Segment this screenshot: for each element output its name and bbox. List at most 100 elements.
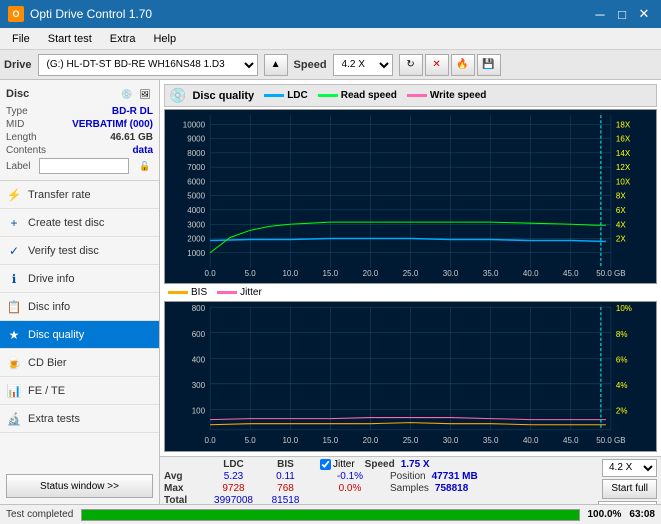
top-chart: 10000 9000 8000 7000 6000 5000 4000 3000… — [164, 109, 657, 284]
verify-test-disc-icon: ✓ — [6, 243, 22, 259]
sidebar-item-create-test-disc[interactable]: + Create test disc — [0, 209, 159, 237]
max-jitter: 0.0% — [320, 483, 380, 494]
samples-value: 758818 — [435, 483, 468, 494]
legend-jitter-label: Jitter — [240, 287, 262, 298]
menu-help[interactable]: Help — [145, 29, 184, 49]
svg-text:10000: 10000 — [183, 120, 206, 129]
contents-value: data — [132, 145, 153, 156]
svg-text:14X: 14X — [616, 149, 631, 158]
svg-text:35.0: 35.0 — [483, 269, 499, 278]
maximize-button[interactable]: □ — [613, 5, 631, 23]
app-icon: O — [8, 6, 24, 22]
svg-text:6000: 6000 — [187, 177, 205, 186]
cd-bier-icon: 🍺 — [6, 355, 22, 371]
sidebar-item-drive-info[interactable]: ℹ Drive info — [0, 265, 159, 293]
disc-section-title: Disc — [6, 88, 29, 100]
status-window-button[interactable]: Status window >> — [6, 474, 153, 498]
disc-section: Disc 💿 🖼 Type BD-R DL MID VERBATIMf (000… — [0, 80, 159, 181]
drive-info-icon: ℹ — [6, 271, 22, 287]
menu-extra[interactable]: Extra — [102, 29, 144, 49]
avg-label: Avg — [164, 471, 204, 482]
speed-stat-value: 1.75 X — [401, 459, 430, 470]
svg-text:600: 600 — [192, 330, 206, 339]
erase-icon[interactable]: ✕ — [425, 54, 449, 76]
svg-text:30.0: 30.0 — [443, 436, 459, 445]
length-label: Length — [6, 132, 37, 143]
legend-ldc: LDC — [264, 90, 308, 101]
sidebar-item-extra-tests[interactable]: 🔬 Extra tests — [0, 405, 159, 433]
total-label: Total — [164, 495, 204, 504]
legend-read-color — [318, 94, 338, 97]
nav-disc-quality-label: Disc quality — [28, 329, 84, 341]
legend-ldc-label: LDC — [287, 90, 308, 101]
legend-ldc-color — [264, 94, 284, 97]
svg-text:35.0: 35.0 — [483, 436, 499, 445]
title-bar-controls[interactable]: ─ □ ✕ — [591, 5, 653, 23]
svg-text:1000: 1000 — [187, 249, 205, 258]
svg-text:100: 100 — [192, 407, 206, 416]
label-icon[interactable]: 🔓 — [137, 158, 153, 174]
speed-stat-label: Speed — [365, 459, 395, 470]
chart-icon: 💿 — [169, 87, 186, 104]
legend-read-label: Read speed — [341, 90, 397, 101]
max-label: Max — [164, 483, 204, 494]
sidebar-item-disc-info[interactable]: 📋 Disc info — [0, 293, 159, 321]
svg-text:8X: 8X — [616, 192, 626, 201]
fe-te-icon: 📊 — [6, 383, 22, 399]
svg-text:16X: 16X — [616, 135, 631, 144]
svg-text:20.0: 20.0 — [363, 436, 379, 445]
menu-file[interactable]: File — [4, 29, 38, 49]
legend-write-label: Write speed — [430, 90, 487, 101]
svg-text:25.0: 25.0 — [403, 436, 419, 445]
title-bar: O Opti Drive Control 1.70 ─ □ ✕ — [0, 0, 661, 28]
svg-text:3000: 3000 — [187, 220, 205, 229]
length-value: 46.61 GB — [110, 132, 153, 143]
start-full-button[interactable]: Start full — [602, 479, 657, 499]
legend-jitter-bottom: Jitter — [217, 287, 262, 298]
drive-select[interactable]: (G:) HL-DT-ST BD-RE WH16NS48 1.D3 — [38, 54, 258, 76]
legend-jitter-color — [217, 291, 237, 294]
refresh-icon[interactable]: ↻ — [399, 54, 423, 76]
sidebar-item-cd-bier[interactable]: 🍺 CD Bier — [0, 349, 159, 377]
svg-text:50.0 GB: 50.0 GB — [596, 269, 625, 278]
contents-label: Contents — [6, 145, 46, 156]
sidebar-item-verify-test-disc[interactable]: ✓ Verify test disc — [0, 237, 159, 265]
sidebar-item-disc-quality[interactable]: ★ Disc quality — [0, 321, 159, 349]
disc-quality-icon: ★ — [6, 327, 22, 343]
start-part-button[interactable]: Start part — [598, 501, 657, 504]
nav-cd-bier-label: CD Bier — [28, 357, 67, 369]
stats-speed-select[interactable]: 4.2 X — [602, 459, 657, 477]
disc-length-row: Length 46.61 GB — [6, 132, 153, 143]
svg-text:2%: 2% — [616, 407, 628, 416]
stats-headers-row: LDC BIS Jitter Speed 1.75 X — [164, 459, 594, 470]
disc-icon-1[interactable]: 💿 — [119, 86, 135, 102]
pos-value: 47731 MB — [432, 471, 478, 482]
minimize-button[interactable]: ─ — [591, 5, 609, 23]
svg-text:45.0: 45.0 — [563, 436, 579, 445]
label-input[interactable] — [39, 158, 129, 174]
disc-icon-2[interactable]: 🖼 — [137, 86, 153, 102]
status-percent: 100.0% — [588, 509, 622, 520]
sidebar-item-fe-te[interactable]: 📊 FE / TE — [0, 377, 159, 405]
save-icon[interactable]: 💾 — [477, 54, 501, 76]
status-text: Test completed — [6, 509, 73, 520]
svg-text:25.0: 25.0 — [403, 269, 419, 278]
svg-text:8%: 8% — [616, 330, 628, 339]
avg-bis: 0.11 — [263, 471, 308, 482]
status-bar: Test completed 100.0% 63:08 — [0, 504, 661, 524]
burn-icon[interactable]: 🔥 — [451, 54, 475, 76]
total-ldc: 3997008 — [206, 495, 261, 504]
eject-button[interactable]: ▲ — [264, 54, 288, 76]
bis-header: BIS — [263, 459, 308, 470]
sidebar-item-transfer-rate[interactable]: ⚡ Transfer rate — [0, 181, 159, 209]
pos-label: Position — [390, 471, 426, 482]
svg-text:10%: 10% — [616, 304, 632, 313]
drive-label: Drive — [4, 59, 32, 71]
close-button[interactable]: ✕ — [635, 5, 653, 23]
bottom-chart: 800 600 400 300 100 10% 8% 6% 4% 2% 0.0 … — [164, 301, 657, 451]
legend-write-speed: Write speed — [407, 90, 487, 101]
speed-select[interactable]: 4.2 X — [333, 54, 393, 76]
nav-extra-tests-label: Extra tests — [28, 413, 80, 425]
jitter-checkbox[interactable] — [320, 459, 331, 470]
menu-start-test[interactable]: Start test — [40, 29, 100, 49]
